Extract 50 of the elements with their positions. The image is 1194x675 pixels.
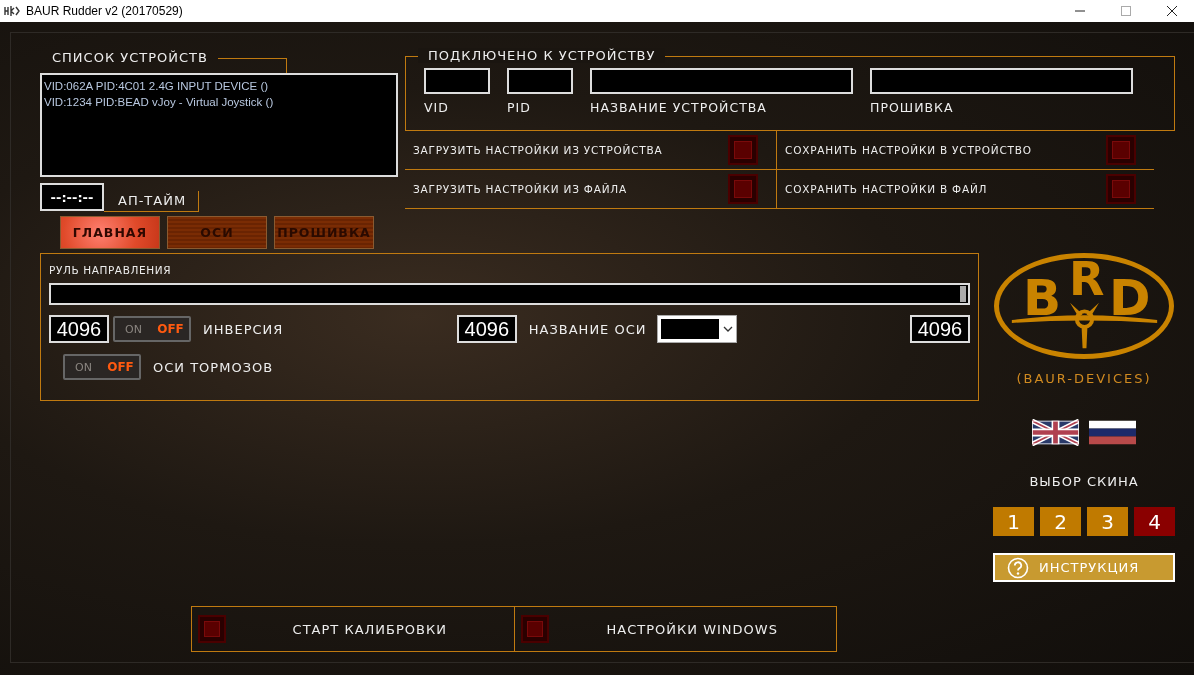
action-label: СОХРАНИТЬ НАСТРОЙКИ В ФАЙЛ [785,183,988,195]
russia-flag-icon[interactable] [1089,419,1136,446]
text-field[interactable] [424,68,490,94]
action-label: СОХРАНИТЬ НАСТРОЙКИ В УСТРОЙСТВО [785,144,1032,156]
close-icon[interactable] [1167,6,1177,16]
device-list-item[interactable]: VID:062A PID:4C01 2.4G INPUT DEVICE () [44,78,394,94]
uptime-label: АП-ТАЙМ [104,190,200,212]
logo-caption: (BAUR-DEVICES) [1016,371,1152,386]
indicator-icon [520,615,549,643]
text-field[interactable] [507,68,573,94]
indicator-icon [198,615,226,643]
inversion-label: ИНВЕРСИЯ [203,321,284,337]
field-label: ПРОШИВКА [870,100,955,115]
axis-panel-title: РУЛЬ НАПРАВЛЕНИЯ [49,264,173,276]
tab[interactable]: ГЛАВНАЯ [60,216,160,249]
skin-option[interactable]: 1 [993,507,1034,536]
field-label: НАЗВАНИЕ УСТРОЙСТВА [590,100,768,115]
help-icon [1007,556,1029,579]
brake-axes-label: ОСИ ТОРМОЗОВ [153,359,274,375]
axis-name-label: НАЗВАНИЕ ОСИ [528,321,647,337]
action-label: ЗАГРУЗИТЬ НАСТРОЙКИ ИЗ УСТРОЙСТВА [413,144,663,156]
skin-option[interactable]: 3 [1087,507,1128,536]
uk-flag-icon[interactable] [1032,419,1079,446]
text-field[interactable] [590,68,853,94]
on-off-switch[interactable]: ON OFF [113,316,191,342]
app-icon [4,5,20,17]
field-label: PID [507,100,532,115]
field-label: VID [424,100,450,115]
device-list-item[interactable]: VID:1234 PID:BEAD vJoy - Virtual Joystick () [44,94,394,110]
uptime-field: --:--:-- [40,183,104,211]
skin-option[interactable]: 4 [1134,507,1175,536]
axis-bar-thumb[interactable] [960,286,966,302]
instruction-button[interactable]: ИНСТРУКЦИЯ [993,553,1175,582]
axis-center-value: 4096 [456,315,517,343]
axis-min-value: 4096 [49,315,109,343]
text-field[interactable] [870,68,1133,94]
bottom-action-button[interactable]: СТАРТ КАЛИБРОВКИ [192,607,514,651]
bottom-action-button[interactable]: НАСТРОЙКИ WINDOWS [513,607,836,651]
device-list-title: СПИСОК УСТРОЙСТВ [51,49,209,65]
action-label: ЗАГРУЗИТЬ НАСТРОЙКИ ИЗ ФАЙЛА [413,183,627,195]
axis-max-value: 4096 [910,315,970,343]
skin-option[interactable]: 2 [1040,507,1081,536]
connected-device-title: ПОДКЛЮЧЕНО К УСТРОЙСТВУ [418,48,666,63]
brd-logo: B RD [994,253,1174,359]
skin-choice-title: ВЫБОР СКИНА [1029,474,1139,489]
window-title: BAUR Rudder v2 (20170529) [26,4,183,18]
device-list[interactable]: VID:062A PID:4C01 2.4G INPUT DEVICE () VID:1234 PID:BEAD vJoy - Virtual Joystick () [40,73,398,177]
caret-icon [722,326,733,332]
on-off-switch[interactable]: ON OFF [63,354,141,380]
axis-name-dropdown[interactable] [656,315,737,343]
